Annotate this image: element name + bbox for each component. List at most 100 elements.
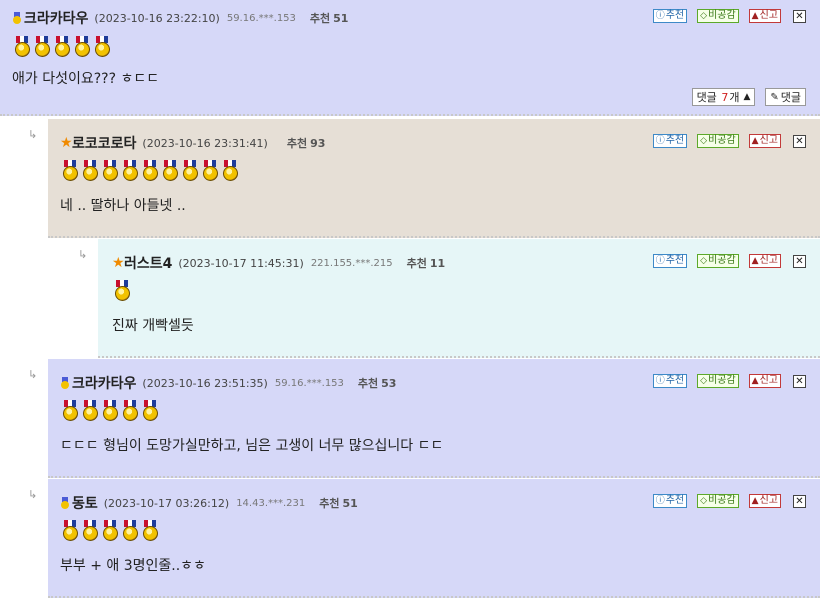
comment-header: 러스트4 (2023-10-17 11:45:31) 221.155.***.2…	[112, 253, 446, 273]
medal-icon	[140, 520, 160, 542]
nonpublic-button-label: 비공감	[708, 10, 736, 21]
medal-icon	[80, 520, 100, 542]
comment-header: 크라카타우 (2023-10-16 23:51:35) 59.16.***.15…	[60, 373, 397, 393]
ip-address: 59.16.***.153	[274, 377, 344, 389]
recommend-button[interactable]: ⓘ 추천	[652, 494, 688, 508]
comment-1: 크라카타우 (2023-10-16 23:22:10) 59.16.***.15…	[0, 0, 820, 116]
level-medal-icon	[60, 377, 70, 389]
close-icon[interactable]: ✕	[793, 494, 806, 508]
medal-coin	[55, 42, 70, 57]
medal-icon	[200, 160, 220, 182]
recommend-count: 51	[342, 496, 358, 510]
recommend-button-label: 추천	[665, 375, 685, 386]
comment-actions: ⓘ 추천 ◇ 비공감 ▲ 신고 ✕	[652, 254, 806, 268]
medal-coin	[103, 406, 118, 421]
nonpublic-button[interactable]: ◇ 비공감	[697, 9, 739, 23]
medal-coin	[63, 406, 78, 421]
nonpublic-button[interactable]: ◇ 비공감	[697, 254, 739, 268]
nonpublic-button[interactable]: ◇ 비공감	[697, 134, 739, 148]
medal-icon	[52, 36, 72, 58]
write-reply-label: 댓글	[780, 91, 801, 104]
medal-icon	[80, 400, 100, 422]
nickname[interactable]: 크라카타우	[24, 8, 88, 28]
comment-actions: ⓘ 추천 ◇ 비공감 ▲ 신고 ✕	[652, 9, 806, 23]
report-button-label: 신고	[759, 10, 778, 21]
level-star-icon	[112, 257, 122, 269]
recommend-label: 추천	[309, 12, 331, 25]
recommend-label: 추천	[319, 497, 340, 510]
reply-count-prefix: 댓글	[696, 91, 717, 104]
medal-icon	[12, 36, 32, 58]
medal-icon	[92, 36, 112, 58]
close-icon[interactable]: ✕	[793, 9, 806, 23]
comment-4: 크라카타우 (2023-10-16 23:51:35) 59.16.***.15…	[48, 359, 820, 478]
nonpublic-icon: ◇	[700, 11, 708, 21]
ip-address: 14.43.***.231	[236, 497, 306, 509]
nonpublic-button[interactable]: ◇ 비공감	[697, 374, 739, 388]
comment-actions: ⓘ 추천 ◇ 비공감 ▲ 신고 ✕	[652, 134, 806, 148]
report-button[interactable]: ▲ 신고	[748, 374, 781, 388]
nickname[interactable]: 동토	[72, 493, 98, 513]
siren-icon: ▲	[751, 376, 759, 386]
medal-coin	[143, 526, 158, 541]
recommend-button-label: 추천	[665, 495, 685, 506]
medal-icon	[100, 520, 120, 542]
siren-icon: ▲	[751, 11, 759, 21]
medal-icon	[100, 400, 120, 422]
medal-coin	[83, 406, 98, 421]
comment-header: 로코코로타 (2023-10-16 23:31:41) 추천 93	[60, 133, 325, 153]
medal-coin	[115, 286, 130, 301]
medal-row	[12, 36, 112, 58]
nonpublic-icon: ◇	[700, 496, 708, 506]
nickname[interactable]: 러스트4	[124, 253, 172, 273]
medal-icon	[112, 280, 132, 302]
medal-row	[60, 400, 160, 422]
recommend-icon: ⓘ	[655, 376, 665, 386]
level-medal-icon	[12, 12, 22, 24]
report-button[interactable]: ▲ 신고	[748, 134, 781, 148]
medal-icon	[100, 160, 120, 182]
reply-controls: 댓글 7 개 ▲ ✎ 댓글	[691, 88, 806, 106]
recommend-button[interactable]: ⓘ 추천	[652, 9, 688, 23]
medal-coin	[123, 526, 138, 541]
reply-count-toggle[interactable]: 댓글 7 개 ▲	[691, 88, 756, 106]
comment-5: 동토 (2023-10-17 03:26:12) 14.43.***.231 추…	[48, 479, 820, 598]
siren-icon: ▲	[751, 496, 759, 506]
comment-header: 크라카타우 (2023-10-16 23:22:10) 59.16.***.15…	[12, 8, 348, 28]
close-icon[interactable]: ✕	[793, 254, 806, 268]
recommend-button-label: 추천	[665, 255, 685, 266]
comment-date: (2023-10-16 23:22:10)	[94, 11, 220, 25]
nickname[interactable]: 크라카타우	[72, 373, 136, 393]
recommend-button[interactable]: ⓘ 추천	[652, 374, 688, 388]
nonpublic-button-label: 비공감	[708, 375, 736, 386]
write-reply-button[interactable]: ✎ 댓글	[765, 88, 806, 106]
medal-coin	[143, 406, 158, 421]
recommend-button[interactable]: ⓘ 추천	[652, 254, 688, 268]
recommend-count: 11	[429, 256, 446, 270]
reply-arrow-icon: ↳	[78, 248, 88, 261]
report-button-label: 신고	[759, 135, 778, 146]
report-button[interactable]: ▲ 신고	[748, 9, 781, 23]
comment-date: (2023-10-16 23:31:41)	[142, 136, 268, 150]
close-icon[interactable]: ✕	[793, 134, 806, 148]
nonpublic-icon: ◇	[700, 136, 708, 146]
recommend-icon: ⓘ	[655, 11, 665, 21]
nonpublic-button[interactable]: ◇ 비공감	[697, 494, 739, 508]
medal-icon	[220, 160, 240, 182]
report-button[interactable]: ▲ 신고	[748, 494, 781, 508]
comment-text: 애가 다섯이요??? ㅎㄷㄷ	[12, 71, 160, 87]
medal-coin	[163, 166, 178, 181]
report-button[interactable]: ▲ 신고	[748, 254, 781, 268]
medal-coin	[183, 166, 198, 181]
medal-coin	[123, 166, 138, 181]
recommend-button-label: 추천	[665, 10, 685, 21]
recommend-count: 53	[381, 376, 397, 390]
recommend-button[interactable]: ⓘ 추천	[652, 134, 688, 148]
comment-text: 부부 + 애 3명인줄..ㅎㅎ	[60, 558, 206, 574]
close-icon[interactable]: ✕	[793, 374, 806, 388]
comment-actions: ⓘ 추천 ◇ 비공감 ▲ 신고 ✕	[652, 374, 806, 388]
medal-coin	[203, 166, 218, 181]
nickname[interactable]: 로코코로타	[72, 133, 136, 153]
medal-coin	[83, 526, 98, 541]
medal-coin	[63, 526, 78, 541]
